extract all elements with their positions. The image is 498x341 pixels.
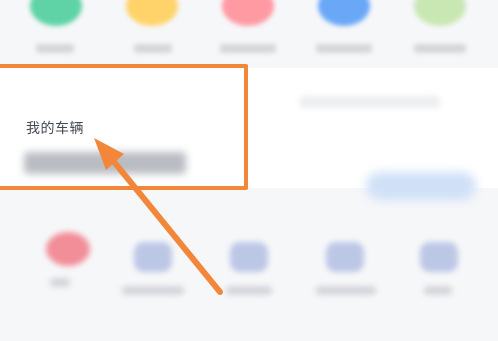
arrow-icon	[94, 138, 223, 295]
app-screen: 我的车辆	[0, 0, 498, 341]
